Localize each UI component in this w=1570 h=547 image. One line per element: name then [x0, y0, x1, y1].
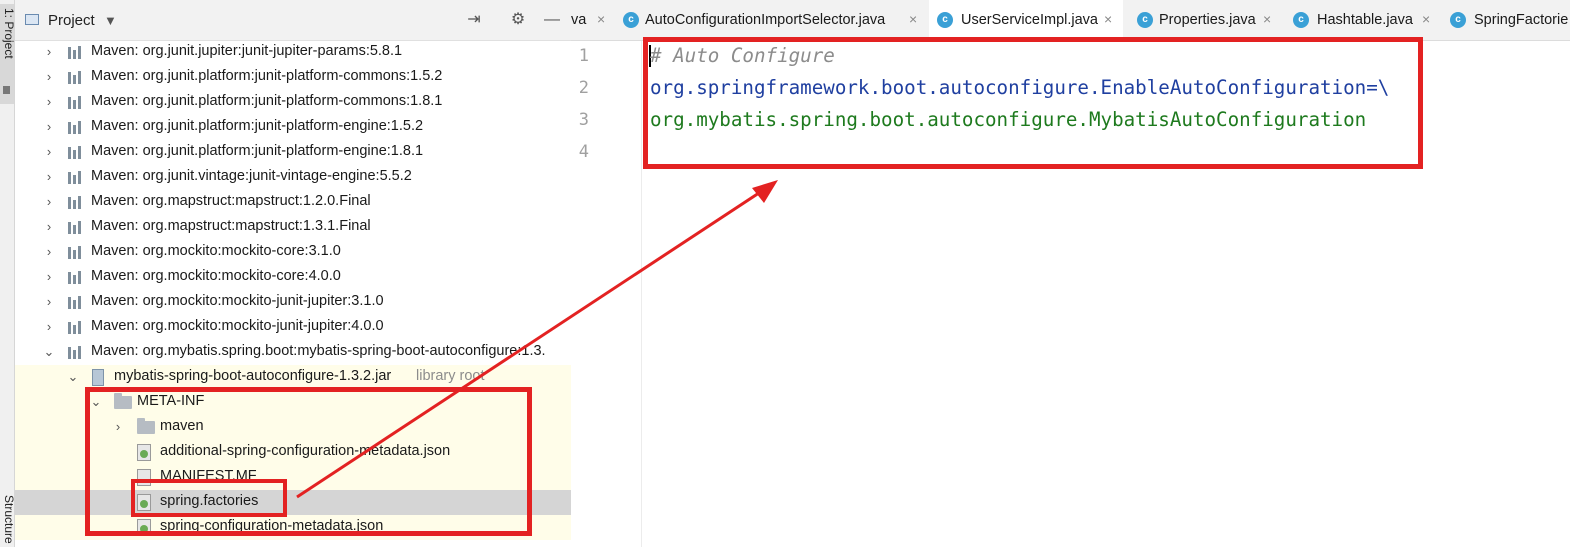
tree-row-label: Maven: org.mockito:mockito-core:3.1.0	[91, 243, 341, 259]
tab-label: SpringFactorie	[1474, 12, 1569, 28]
chevron-right-icon[interactable]: ›	[43, 269, 55, 284]
library-icon	[68, 270, 85, 284]
library-icon	[68, 120, 85, 134]
close-icon[interactable]: ×	[909, 11, 917, 27]
minimize-icon[interactable]: —	[541, 9, 563, 31]
tree-row-library[interactable]: › Maven: org.junit.platform:junit-platfo…	[15, 90, 571, 115]
code-highlight-box	[643, 37, 1423, 169]
tab-properties[interactable]: c Properties.java ×	[1123, 0, 1279, 40]
close-icon[interactable]: ×	[1104, 11, 1112, 27]
tree-row-library[interactable]: › Maven: org.junit.jupiter:junit-jupiter…	[15, 40, 571, 65]
project-stripe-label[interactable]: 1: Project	[2, 8, 16, 59]
chevron-right-icon[interactable]: ›	[43, 169, 55, 184]
tree-row-label: Maven: org.mapstruct:mapstruct:1.3.1.Fin…	[91, 218, 371, 234]
collapse-all-icon[interactable]: ⇥	[463, 9, 485, 31]
tree-row-label: Maven: org.mapstruct:mapstruct:1.2.0.Fin…	[91, 193, 371, 209]
library-icon	[68, 170, 85, 184]
line-number: 3	[578, 110, 589, 130]
close-icon[interactable]: ×	[1422, 11, 1430, 27]
tree-row-library[interactable]: › Maven: org.junit.platform:junit-platfo…	[15, 115, 571, 140]
tab-auto-configuration-import-selector[interactable]: c AutoConfigurationImportSelector.java ×	[619, 0, 929, 40]
close-icon[interactable]: ×	[1263, 11, 1271, 27]
close-icon[interactable]: ×	[597, 11, 605, 27]
tree-row-label: Maven: org.junit.jupiter:junit-jupiter-p…	[91, 43, 403, 59]
editor-tab-bar: va × c AutoConfigurationImportSelector.j…	[571, 0, 1570, 41]
chevron-right-icon[interactable]: ›	[43, 219, 55, 234]
chevron-right-icon[interactable]: ›	[43, 144, 55, 159]
tree-row-library[interactable]: › Maven: org.mapstruct:mapstruct:1.2.0.F…	[15, 190, 571, 215]
tree-row-library[interactable]: › Maven: org.mapstruct:mapstruct:1.3.1.F…	[15, 215, 571, 240]
line-number: 2	[578, 78, 589, 98]
tree-row-library[interactable]: › Maven: org.mockito:mockito-junit-jupit…	[15, 315, 571, 340]
tree-row-label: Maven: org.mockito:mockito-junit-jupiter…	[91, 293, 384, 309]
tree-row-label: Maven: org.junit.platform:junit-platform…	[91, 143, 424, 159]
chevron-right-icon[interactable]: ›	[43, 69, 55, 84]
tool-window-stripe: 1: Project Structure	[0, 0, 16, 547]
library-icon	[68, 320, 85, 334]
tree-row-library[interactable]: › Maven: org.junit.vintage:junit-vintage…	[15, 165, 571, 190]
tab-label: UserServiceImpl.java	[961, 12, 1098, 28]
library-icon	[68, 345, 85, 359]
line-number-gutter: 1 2 3 4	[571, 41, 642, 547]
tab-label: Properties.java	[1159, 12, 1256, 28]
chevron-right-icon[interactable]: ›	[43, 44, 55, 59]
chevron-right-icon[interactable]: ›	[43, 119, 55, 134]
library-icon	[68, 95, 85, 109]
tab-label: Hashtable.java	[1317, 12, 1413, 28]
tree-row-label: Maven: org.mybatis.spring.boot:mybatis-s…	[91, 343, 546, 359]
tree-row-label: Maven: org.junit.platform:junit-platform…	[91, 118, 424, 134]
tab-hashtable[interactable]: c Hashtable.java ×	[1279, 0, 1441, 40]
tree-row-label: Maven: org.mockito:mockito-junit-jupiter…	[91, 318, 384, 334]
tab-label: AutoConfigurationImportSelector.java	[645, 12, 886, 28]
tree-row-library[interactable]: › Maven: org.mockito:mockito-core:3.1.0	[15, 240, 571, 265]
tree-row-library[interactable]: › Maven: org.mockito:mockito-core:4.0.0	[15, 265, 571, 290]
java-class-icon: c	[1137, 12, 1153, 28]
tab-label: va	[571, 12, 587, 28]
tree-row-library-expanded[interactable]: ⌄ Maven: org.mybatis.spring.boot:mybatis…	[15, 340, 571, 365]
chevron-right-icon[interactable]: ›	[43, 319, 55, 334]
structure-stripe-label[interactable]: Structure	[2, 495, 16, 544]
chevron-down-icon[interactable]: ▼	[104, 13, 117, 28]
library-root-label: library root	[416, 368, 485, 384]
library-icon	[68, 245, 85, 259]
java-class-icon: c	[1450, 12, 1466, 28]
tree-row-label: Maven: org.junit.platform:junit-platform…	[91, 93, 443, 109]
library-icon	[68, 295, 85, 309]
spring-factories-highlight-box	[131, 479, 287, 517]
chevron-right-icon[interactable]: ›	[43, 94, 55, 109]
tree-row-library[interactable]: › Maven: org.junit.platform:junit-platfo…	[15, 140, 571, 165]
chevron-right-icon[interactable]: ›	[43, 194, 55, 209]
java-class-icon: c	[937, 12, 953, 28]
tab-user-service-impl[interactable]: c UserServiceImpl.java ×	[929, 0, 1123, 40]
library-icon	[68, 45, 85, 59]
library-icon	[68, 195, 85, 209]
tree-row-library[interactable]: › Maven: org.mockito:mockito-junit-jupit…	[15, 290, 571, 315]
library-icon	[68, 70, 85, 84]
tree-row-label: Maven: org.junit.platform:junit-platform…	[91, 68, 443, 84]
tree-row-label: Maven: org.mockito:mockito-core:4.0.0	[91, 268, 341, 284]
chevron-right-icon[interactable]: ›	[43, 244, 55, 259]
project-window-icon	[25, 14, 39, 25]
stripe-marker-icon	[3, 86, 10, 94]
tree-row-library[interactable]: › Maven: org.junit.platform:junit-platfo…	[15, 65, 571, 90]
library-icon	[68, 220, 85, 234]
chevron-down-icon[interactable]: ⌄	[67, 369, 79, 385]
jar-icon	[92, 369, 104, 386]
gear-icon[interactable]: ⚙	[507, 9, 529, 31]
line-number: 1	[578, 46, 589, 66]
project-panel-title[interactable]: Project	[48, 12, 95, 29]
java-class-icon: c	[623, 12, 639, 28]
chevron-right-icon[interactable]: ›	[43, 294, 55, 309]
tree-row-label: Maven: org.junit.vintage:junit-vintage-e…	[91, 168, 412, 184]
library-icon	[68, 145, 85, 159]
jar-label: mybatis-spring-boot-autoconfigure-1.3.2.…	[114, 368, 392, 384]
chevron-down-icon[interactable]: ⌄	[43, 344, 55, 360]
project-panel-header: Project ▼ ⇥ ⚙ —	[15, 0, 571, 41]
tab-spring-factories-loader[interactable]: c SpringFactorie	[1441, 0, 1570, 40]
java-class-icon: c	[1293, 12, 1309, 28]
line-number: 4	[578, 142, 589, 162]
tab-truncated[interactable]: va ×	[571, 0, 619, 40]
